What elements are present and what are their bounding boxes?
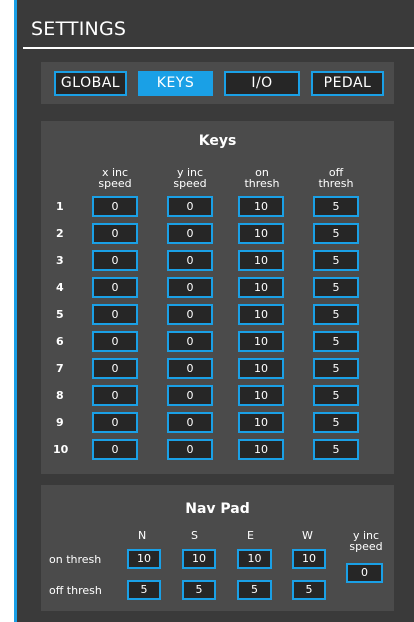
key-9-y-inc-speed-field[interactable]: 0 bbox=[167, 412, 213, 433]
key-7-x-inc-speed-field[interactable]: 0 bbox=[92, 358, 138, 379]
navpad-dir-w: W bbox=[302, 529, 313, 542]
key-5-y-inc-speed-field[interactable]: 0 bbox=[167, 304, 213, 325]
key-1-off-thresh-field[interactable]: 5 bbox=[313, 196, 359, 217]
key-8-on-thresh-field[interactable]: 10 bbox=[238, 385, 284, 406]
navpad-dir-n: N bbox=[138, 529, 147, 542]
title-divider bbox=[23, 47, 414, 49]
key-row-label: 8 bbox=[56, 389, 64, 402]
key-2-on-thresh-field[interactable]: 10 bbox=[238, 223, 284, 244]
key-4-y-inc-speed-field[interactable]: 0 bbox=[167, 277, 213, 298]
key-7-y-inc-speed-field[interactable]: 0 bbox=[167, 358, 213, 379]
key-3-on-thresh-field[interactable]: 10 bbox=[238, 250, 284, 271]
navpad-on-thresh-n[interactable]: 10 bbox=[127, 549, 161, 569]
tab-keys[interactable]: KEYS bbox=[138, 71, 213, 96]
navpad-on-thresh-s[interactable]: 10 bbox=[182, 549, 216, 569]
key-10-off-thresh-field[interactable]: 5 bbox=[313, 439, 359, 460]
key-10-x-inc-speed-field[interactable]: 0 bbox=[92, 439, 138, 460]
key-10-on-thresh-field[interactable]: 10 bbox=[238, 439, 284, 460]
navpad-off-thresh-s[interactable]: 5 bbox=[182, 580, 216, 600]
navpad-section-title: Nav Pad bbox=[185, 501, 250, 517]
navpad-on-thresh-w[interactable]: 10 bbox=[292, 549, 326, 569]
key-7-off-thresh-field[interactable]: 5 bbox=[313, 358, 359, 379]
key-6-off-thresh-field[interactable]: 5 bbox=[313, 331, 359, 352]
keys-section: Keys x inc speed y inc speed on thresh o… bbox=[41, 121, 394, 474]
navpad-dir-e: E bbox=[247, 529, 254, 542]
key-row-label: 5 bbox=[56, 308, 64, 321]
key-2-y-inc-speed-field[interactable]: 0 bbox=[167, 223, 213, 244]
tab-pedal[interactable]: PEDAL bbox=[311, 71, 384, 96]
page-title: SETTINGS bbox=[31, 18, 127, 40]
tab-global[interactable]: GLOBAL bbox=[54, 71, 127, 96]
navpad-off-thresh-n[interactable]: 5 bbox=[127, 580, 161, 600]
key-3-off-thresh-field[interactable]: 5 bbox=[313, 250, 359, 271]
navpad-row-label-on-thresh: on thresh bbox=[49, 553, 102, 566]
col-header-y-inc-speed: y inc speed bbox=[162, 167, 218, 189]
settings-panel: SETTINGS GLOBAL KEYS I/O PEDAL Keys x in… bbox=[14, 0, 414, 622]
col-header-on-thresh: on thresh bbox=[234, 167, 290, 189]
key-9-x-inc-speed-field[interactable]: 0 bbox=[92, 412, 138, 433]
key-3-x-inc-speed-field[interactable]: 0 bbox=[92, 250, 138, 271]
key-4-off-thresh-field[interactable]: 5 bbox=[313, 277, 359, 298]
navpad-off-thresh-w[interactable]: 5 bbox=[292, 580, 326, 600]
key-9-off-thresh-field[interactable]: 5 bbox=[313, 412, 359, 433]
navpad-off-thresh-e[interactable]: 5 bbox=[237, 580, 272, 600]
key-1-on-thresh-field[interactable]: 10 bbox=[238, 196, 284, 217]
tab-bar: GLOBAL KEYS I/O PEDAL bbox=[41, 62, 394, 104]
col-header-line: speed bbox=[98, 177, 132, 190]
key-6-x-inc-speed-field[interactable]: 0 bbox=[92, 331, 138, 352]
key-6-y-inc-speed-field[interactable]: 0 bbox=[167, 331, 213, 352]
key-9-on-thresh-field[interactable]: 10 bbox=[238, 412, 284, 433]
col-header-off-thresh: off thresh bbox=[308, 167, 364, 189]
navpad-col-header-y-inc-speed: y inc speed bbox=[341, 530, 391, 552]
key-6-on-thresh-field[interactable]: 10 bbox=[238, 331, 284, 352]
tab-io[interactable]: I/O bbox=[224, 71, 300, 96]
key-5-on-thresh-field[interactable]: 10 bbox=[238, 304, 284, 325]
key-2-off-thresh-field[interactable]: 5 bbox=[313, 223, 359, 244]
key-row-label: 10 bbox=[53, 443, 69, 456]
navpad-dir-s: S bbox=[191, 529, 198, 542]
key-8-x-inc-speed-field[interactable]: 0 bbox=[92, 385, 138, 406]
key-5-off-thresh-field[interactable]: 5 bbox=[313, 304, 359, 325]
key-5-x-inc-speed-field[interactable]: 0 bbox=[92, 304, 138, 325]
col-header-x-inc-speed: x inc speed bbox=[87, 167, 143, 189]
key-row-label: 9 bbox=[56, 416, 64, 429]
key-row-label: 3 bbox=[56, 254, 64, 267]
key-2-x-inc-speed-field[interactable]: 0 bbox=[92, 223, 138, 244]
key-4-on-thresh-field[interactable]: 10 bbox=[238, 277, 284, 298]
key-10-y-inc-speed-field[interactable]: 0 bbox=[167, 439, 213, 460]
key-1-y-inc-speed-field[interactable]: 0 bbox=[167, 196, 213, 217]
key-3-y-inc-speed-field[interactable]: 0 bbox=[167, 250, 213, 271]
navpad-row-label-off-thresh: off thresh bbox=[49, 584, 102, 597]
col-header-line: speed bbox=[349, 540, 383, 553]
keys-section-title: Keys bbox=[198, 133, 237, 149]
key-7-on-thresh-field[interactable]: 10 bbox=[238, 358, 284, 379]
key-8-off-thresh-field[interactable]: 5 bbox=[313, 385, 359, 406]
key-row-label: 4 bbox=[56, 281, 64, 294]
navpad-on-thresh-e[interactable]: 10 bbox=[237, 549, 272, 569]
key-row-label: 6 bbox=[56, 335, 64, 348]
key-row-label: 2 bbox=[56, 227, 64, 240]
key-4-x-inc-speed-field[interactable]: 0 bbox=[92, 277, 138, 298]
col-header-line: thresh bbox=[318, 177, 354, 190]
col-header-line: thresh bbox=[244, 177, 280, 190]
key-row-label: 1 bbox=[56, 200, 64, 213]
key-row-label: 7 bbox=[56, 362, 64, 375]
key-1-x-inc-speed-field[interactable]: 0 bbox=[92, 196, 138, 217]
col-header-line: speed bbox=[173, 177, 207, 190]
navpad-y-inc-speed-field[interactable]: 0 bbox=[346, 563, 383, 583]
key-8-y-inc-speed-field[interactable]: 0 bbox=[167, 385, 213, 406]
navpad-section: Nav Pad N S E W y inc speed on thresh of… bbox=[41, 485, 394, 611]
